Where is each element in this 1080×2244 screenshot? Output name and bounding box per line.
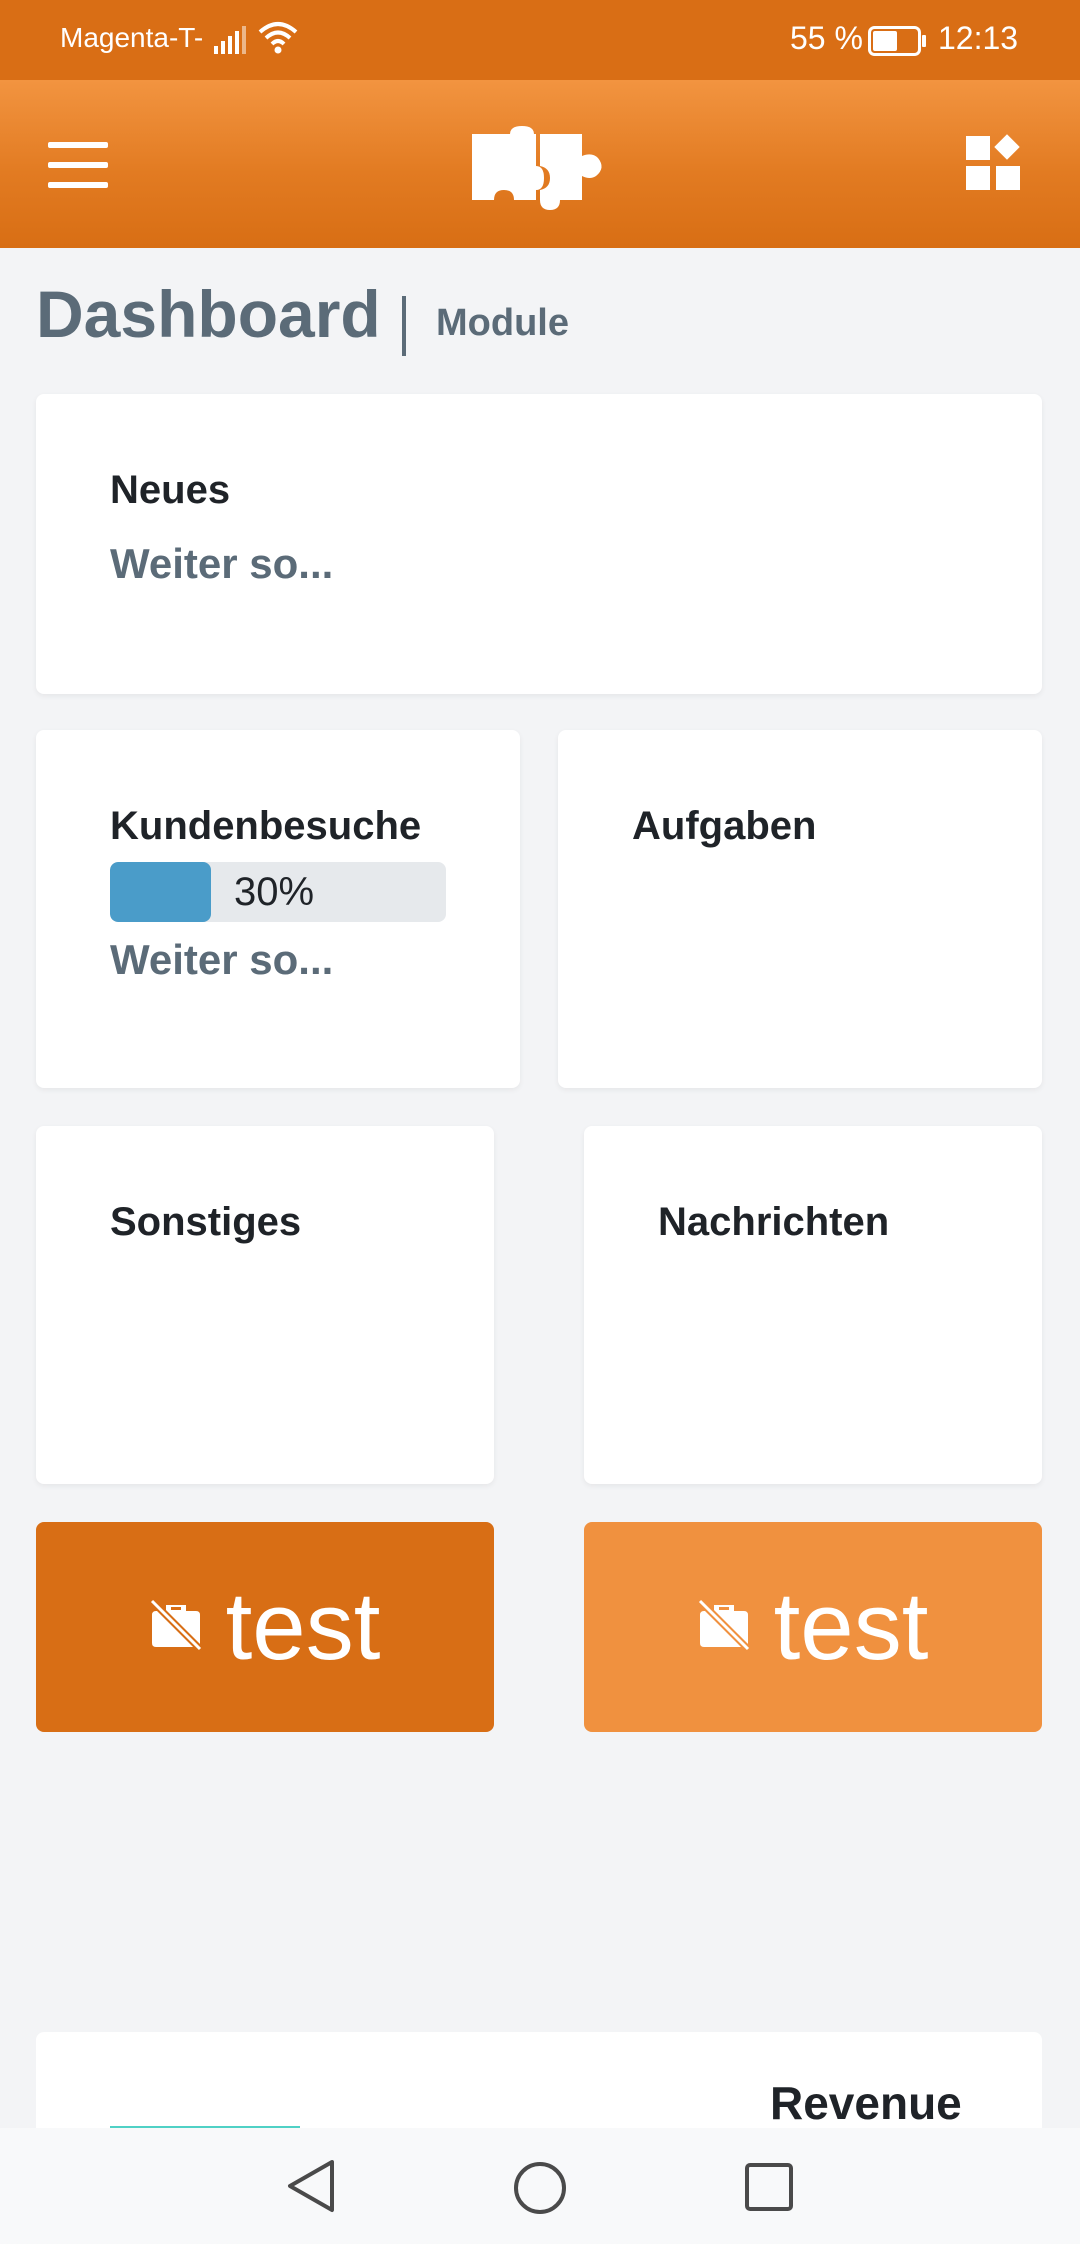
clock: 12:13	[938, 20, 1019, 56]
progress-fill	[110, 862, 211, 922]
system-nav-bar	[0, 2128, 1080, 2244]
tile-label: test	[773, 1573, 929, 1680]
tile-label: test	[225, 1573, 381, 1680]
card-title: Nachrichten	[658, 1200, 890, 1244]
work-off-icon	[697, 1598, 751, 1656]
carrier-name: Magenta-T-	[60, 22, 204, 53]
battery-icon	[868, 26, 928, 61]
progress-label: 30%	[234, 870, 315, 914]
hamburger-icon[interactable]	[48, 142, 108, 188]
app-header	[0, 80, 1080, 248]
card-title: Sonstiges	[110, 1200, 302, 1244]
signal-icon	[214, 26, 248, 59]
card-subtitle: Weiter so...	[110, 936, 334, 983]
page-title: Dashboard	[36, 277, 381, 351]
status-bar: Magenta-T- 55 % 12:13	[0, 0, 1080, 80]
progress-bar: 30%	[110, 862, 446, 922]
card-subtitle: Weiter so...	[110, 540, 334, 587]
card-title: Revenue	[770, 2077, 962, 2129]
card-nachrichten[interactable]: Nachrichten	[584, 1126, 1042, 1484]
card-sonstiges[interactable]: Sonstiges	[36, 1126, 494, 1484]
card-aufgaben[interactable]: Aufgaben	[558, 730, 1042, 1088]
home-icon[interactable]	[512, 2160, 568, 2221]
test-tile-light[interactable]: test	[584, 1522, 1042, 1732]
widgets-icon[interactable]	[964, 132, 1024, 197]
test-tile-dark[interactable]: test	[36, 1522, 494, 1732]
card-kundenbesuche[interactable]: Kundenbesuche 30% Weiter so...	[36, 730, 520, 1088]
recent-apps-icon[interactable]	[744, 2162, 794, 2217]
page-subtitle[interactable]: Module	[436, 302, 569, 345]
puzzle-logo	[470, 126, 610, 215]
card-neues[interactable]: Neues Weiter so...	[36, 394, 1042, 694]
card-title: Kundenbesuche	[110, 804, 422, 848]
wifi-icon	[258, 20, 298, 59]
title-divider	[402, 296, 406, 356]
battery-percent: 55 %	[790, 20, 863, 56]
card-title: Neues	[110, 468, 231, 512]
card-title: Aufgaben	[632, 804, 817, 848]
app-root: Magenta-T- 55 % 12:13 Dashboard Module N…	[0, 0, 1080, 2244]
back-icon[interactable]	[284, 2158, 338, 2219]
work-off-icon	[149, 1598, 203, 1656]
